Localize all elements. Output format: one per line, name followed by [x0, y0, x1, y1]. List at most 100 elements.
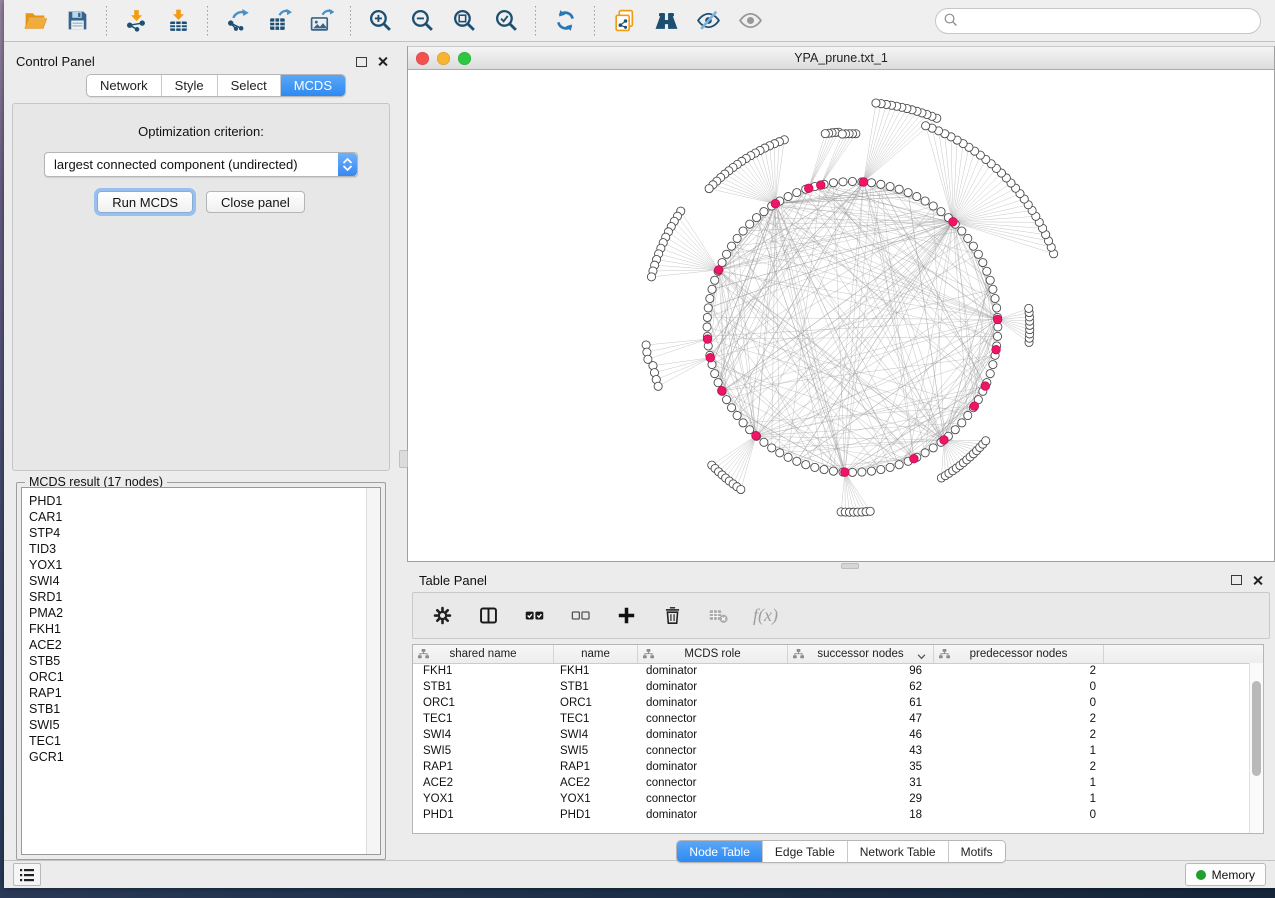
export-table-button[interactable] [264, 6, 294, 36]
table-cell[interactable]: 0 [934, 679, 1104, 695]
table-cell[interactable]: connector [638, 711, 788, 727]
table-cell[interactable]: 31 [788, 775, 934, 791]
close-icon[interactable] [1252, 575, 1263, 586]
table-cell[interactable]: 35 [788, 759, 934, 775]
table-row[interactable]: TEC1TEC1connector472 [413, 711, 1250, 727]
table-cell[interactable]: 1 [934, 743, 1104, 759]
table-cell[interactable]: FKH1 [554, 663, 638, 679]
table-row[interactable]: STB1STB1dominator620 [413, 679, 1250, 695]
table-row[interactable]: YOX1YOX1connector291 [413, 791, 1250, 807]
share-session-button[interactable] [609, 6, 639, 36]
table-row[interactable]: ORC1ORC1dominator610 [413, 695, 1250, 711]
tab-select[interactable]: Select [217, 75, 280, 96]
table-cell[interactable]: dominator [638, 679, 788, 695]
table-cell[interactable]: 43 [788, 743, 934, 759]
table-cell[interactable]: SWI4 [554, 727, 638, 743]
table-row[interactable]: ACE2ACE2connector311 [413, 775, 1250, 791]
float-window-icon[interactable] [356, 57, 367, 67]
close-icon[interactable] [377, 56, 388, 67]
column-header-shared-name[interactable]: shared name [413, 645, 554, 663]
table-row[interactable]: PHD1PHD1dominator180 [413, 807, 1250, 823]
criterion-dropdown[interactable]: largest connected component (undirected) [44, 152, 358, 177]
run-mcds-button[interactable]: Run MCDS [97, 191, 193, 213]
open-file-button[interactable] [20, 6, 50, 36]
table-cell[interactable]: SWI4 [413, 727, 554, 743]
hide-graphics-details-button[interactable] [693, 6, 723, 36]
table-cell[interactable]: ORC1 [413, 695, 554, 711]
table-cell[interactable]: 0 [934, 807, 1104, 823]
table-cell[interactable]: STB1 [413, 679, 554, 695]
memory-button[interactable]: Memory [1185, 863, 1266, 886]
table-cell[interactable]: SWI5 [413, 743, 554, 759]
table-cell[interactable]: TEC1 [413, 711, 554, 727]
table-cell[interactable]: 2 [934, 711, 1104, 727]
float-window-icon[interactable] [1231, 575, 1242, 585]
export-image-button[interactable] [306, 6, 336, 36]
table-cell[interactable]: RAP1 [554, 759, 638, 775]
table-cell[interactable]: ORC1 [554, 695, 638, 711]
table-cell[interactable]: 29 [788, 791, 934, 807]
network-canvas[interactable] [408, 70, 1274, 561]
table-row[interactable]: FKH1FKH1dominator962 [413, 663, 1250, 679]
import-table-button[interactable] [163, 6, 193, 36]
search-input[interactable] [935, 8, 1261, 34]
tab-style[interactable]: Style [161, 75, 217, 96]
table-cell[interactable]: SWI5 [554, 743, 638, 759]
save-session-button[interactable] [62, 6, 92, 36]
tab-mcds[interactable]: MCDS [280, 75, 345, 96]
table-cell[interactable]: STB1 [554, 679, 638, 695]
table-tab-node-table[interactable]: Node Table [677, 841, 762, 862]
table-cell[interactable]: 1 [934, 775, 1104, 791]
table-cell[interactable]: 47 [788, 711, 934, 727]
close-panel-button[interactable]: Close panel [206, 191, 305, 213]
table-cell[interactable]: 62 [788, 679, 934, 695]
table-cell[interactable]: PHD1 [413, 807, 554, 823]
table-cell[interactable]: connector [638, 743, 788, 759]
column-header-MCDS-role[interactable]: MCDS role [638, 645, 788, 663]
zoom-fit-button[interactable] [449, 6, 479, 36]
scrollbar-thumb[interactable] [1252, 681, 1261, 776]
table-cell[interactable]: 96 [788, 663, 934, 679]
table-cell[interactable]: 2 [934, 759, 1104, 775]
select-all-rows-button[interactable] [523, 605, 545, 627]
table-cell[interactable]: 0 [934, 695, 1104, 711]
table-cell[interactable]: 2 [934, 727, 1104, 743]
toggle-columns-button[interactable] [477, 605, 499, 627]
apply-layout-button[interactable] [550, 6, 580, 36]
add-column-button[interactable] [615, 605, 637, 627]
table-tab-edge-table[interactable]: Edge Table [762, 841, 847, 862]
table-cell[interactable]: TEC1 [554, 711, 638, 727]
table-row[interactable]: SWI5SWI5connector431 [413, 743, 1250, 759]
zoom-out-button[interactable] [407, 6, 437, 36]
table-cell[interactable]: 1 [934, 791, 1104, 807]
table-row[interactable]: SWI4SWI4dominator462 [413, 727, 1250, 743]
table-cell[interactable]: dominator [638, 807, 788, 823]
table-cell[interactable]: dominator [638, 663, 788, 679]
table-cell[interactable]: YOX1 [413, 791, 554, 807]
table-cell[interactable]: 61 [788, 695, 934, 711]
table-settings-button[interactable] [431, 605, 453, 627]
table-cell[interactable]: FKH1 [413, 663, 554, 679]
table-tab-network-table[interactable]: Network Table [847, 841, 948, 862]
table-cell[interactable]: connector [638, 791, 788, 807]
table-cell[interactable]: 46 [788, 727, 934, 743]
table-cell[interactable]: YOX1 [554, 791, 638, 807]
table-cell[interactable]: connector [638, 775, 788, 791]
list-scrollbar[interactable] [366, 488, 380, 854]
tab-network[interactable]: Network [87, 75, 161, 96]
find-button[interactable] [651, 6, 681, 36]
column-header-predecessor-nodes[interactable]: predecessor nodes [934, 645, 1104, 663]
delete-column-button[interactable] [661, 605, 683, 627]
table-scrollbar[interactable] [1249, 663, 1263, 833]
import-network-button[interactable] [121, 6, 151, 36]
table-row[interactable]: RAP1RAP1dominator352 [413, 759, 1250, 775]
deselect-all-rows-button[interactable] [569, 605, 591, 627]
mcds-result-list[interactable]: PHD1CAR1STP4TID3YOX1SWI4SRD1PMA2FKH1ACE2… [21, 487, 381, 855]
table-cell[interactable]: dominator [638, 759, 788, 775]
table-cell[interactable]: ACE2 [554, 775, 638, 791]
table-cell[interactable]: 18 [788, 807, 934, 823]
task-history-button[interactable] [13, 863, 41, 886]
table-cell[interactable]: ACE2 [413, 775, 554, 791]
table-cell[interactable]: PHD1 [554, 807, 638, 823]
table-tab-motifs[interactable]: Motifs [948, 841, 1005, 862]
